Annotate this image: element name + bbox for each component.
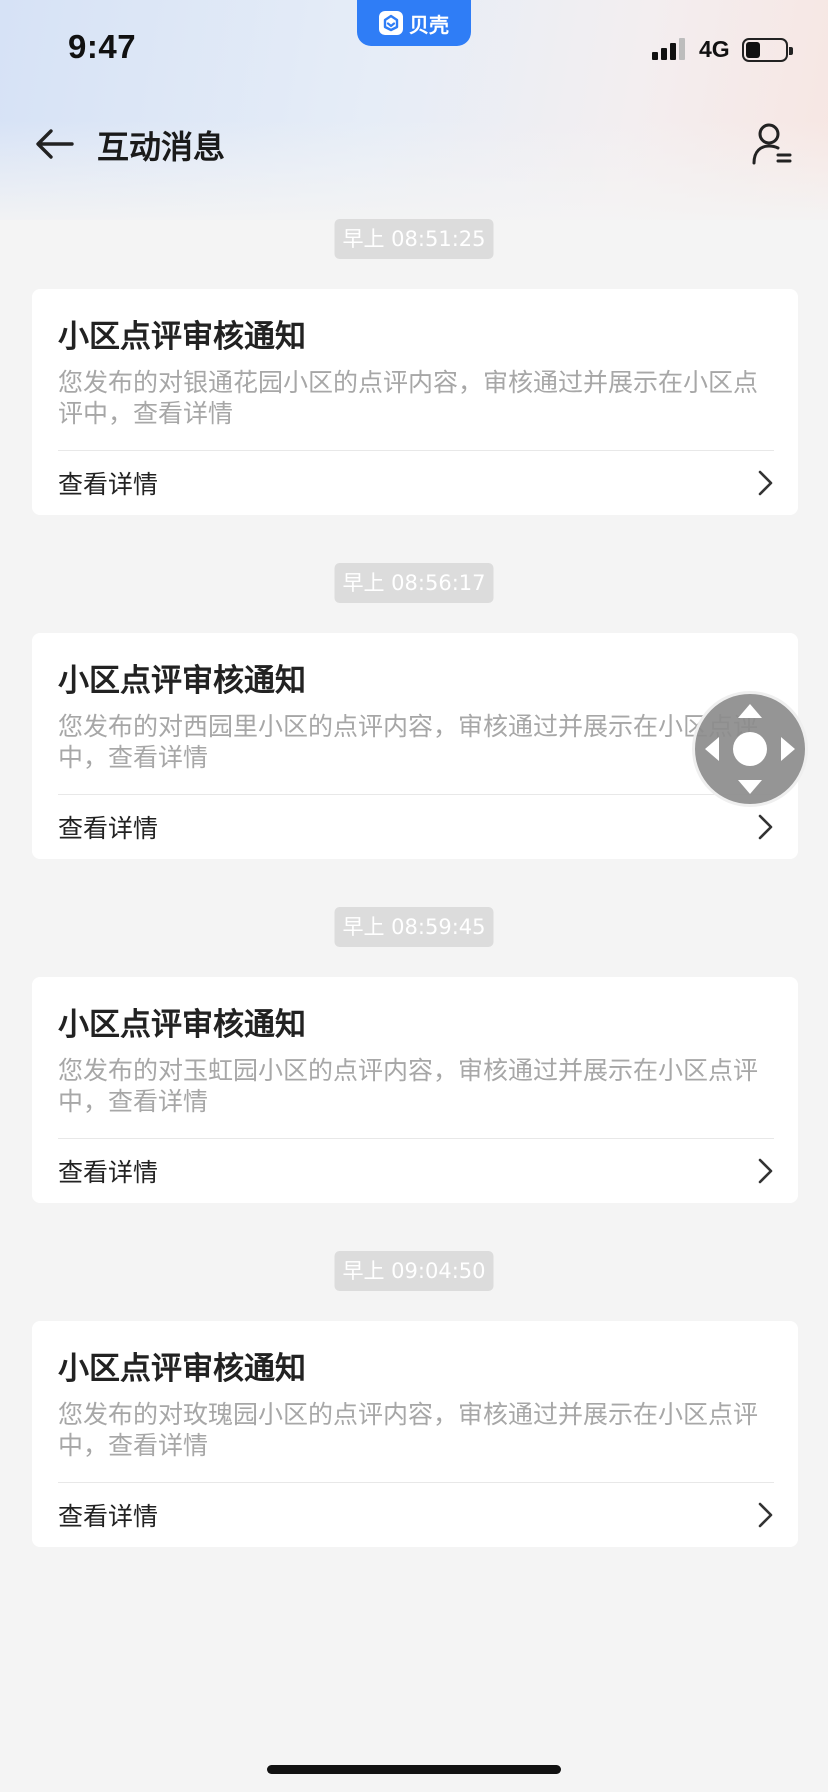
message-timestamp: 早上 09:04:50 [334,1251,494,1291]
chevron-right-icon [758,470,773,496]
status-bar: 9:47 贝壳 4G [0,0,828,100]
view-details-link[interactable]: 查看详情 [58,809,158,845]
message-card[interactable]: 小区点评审核通知 您发布的对玫瑰园小区的点评内容，审核通过并展示在小区点评中，查… [32,1321,798,1547]
arrow-left-icon [36,129,74,159]
message-title: 小区点评审核通知 [58,1351,306,1387]
assistive-touch-button[interactable] [692,691,808,807]
app-indicator-pill[interactable]: 贝壳 [357,0,471,46]
chevron-right-icon [758,1502,773,1528]
message-title: 小区点评审核通知 [58,1007,306,1043]
message-body: 您发布的对玉虹园小区的点评内容，审核通过并展示在小区点评中，查看详情 [58,1056,759,1116]
message-card[interactable]: 小区点评审核通知 您发布的对玉虹园小区的点评内容，审核通过并展示在小区点评中，查… [32,977,798,1203]
message-timestamp: 早上 08:59:45 [334,907,494,947]
view-details-link[interactable]: 查看详情 [58,465,158,501]
directional-pad-icon [705,704,795,794]
beike-logo-icon [379,11,403,35]
signal-bars-icon [652,38,685,60]
back-button[interactable] [30,120,80,168]
user-menu-button[interactable] [746,118,798,170]
view-details-link[interactable]: 查看详情 [58,1497,158,1533]
network-type: 4G [699,36,730,62]
message-title: 小区点评审核通知 [58,319,306,355]
view-details-row[interactable]: 查看详情 [32,1483,798,1547]
view-details-row[interactable]: 查看详情 [32,1139,798,1203]
nav-bar: 互动消息 [0,112,828,174]
app-name: 贝壳 [409,12,449,37]
home-indicator[interactable] [267,1765,561,1774]
view-details-row[interactable]: 查看详情 [32,795,798,859]
user-menu-icon [752,123,792,165]
message-body: 您发布的对西园里小区的点评内容，审核通过并展示在小区点评中，查看详情 [58,712,759,772]
message-timestamp: 早上 08:51:25 [334,219,494,259]
message-card[interactable]: 小区点评审核通知 您发布的对银通花园小区的点评内容，审核通过并展示在小区点评中，… [32,289,798,515]
page-title: 互动消息 [97,128,226,166]
chevron-right-icon [758,1158,773,1184]
view-details-row[interactable]: 查看详情 [32,451,798,515]
message-timestamp: 早上 08:56:17 [334,563,494,603]
message-card[interactable]: 小区点评审核通知 您发布的对西园里小区的点评内容，审核通过并展示在小区点评中，查… [32,633,798,859]
chevron-right-icon [758,814,773,840]
message-body: 您发布的对玫瑰园小区的点评内容，审核通过并展示在小区点评中，查看详情 [58,1400,759,1460]
message-title: 小区点评审核通知 [58,663,306,699]
message-body: 您发布的对银通花园小区的点评内容，审核通过并展示在小区点评中，查看详情 [58,368,759,428]
view-details-link[interactable]: 查看详情 [58,1153,158,1189]
battery-icon [742,38,793,62]
status-time: 9:47 [68,28,137,65]
